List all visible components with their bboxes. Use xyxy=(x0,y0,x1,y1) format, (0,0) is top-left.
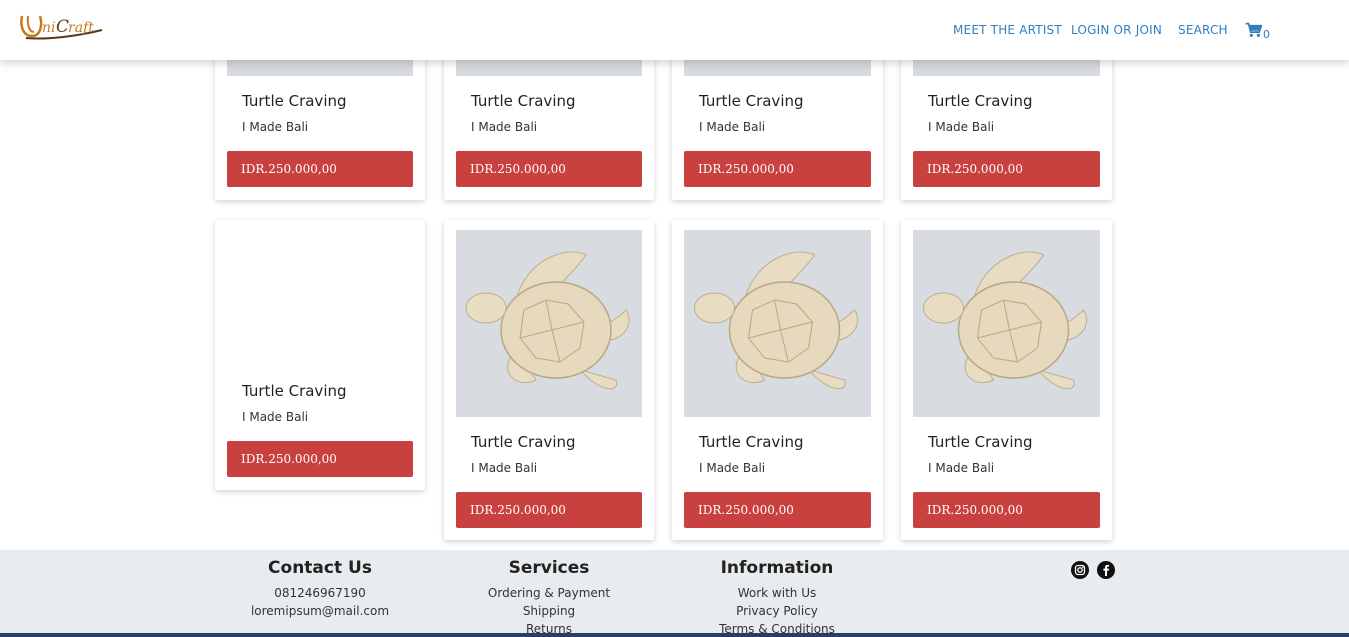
unicraft-logo[interactable]: ni C raft xyxy=(18,10,104,44)
svg-text:ni: ni xyxy=(42,20,56,36)
product-price[interactable]: IDR.250.000,00 xyxy=(227,441,413,477)
product-card[interactable]: Turtle Craving I Made Bali IDR.250.000,0… xyxy=(672,40,883,200)
turtle-carving-image xyxy=(913,230,1100,417)
product-card[interactable]: Turtle Craving I Made Bali IDR.250.000,0… xyxy=(444,40,654,200)
product-title[interactable]: Turtle Craving xyxy=(242,382,347,400)
product-card[interactable]: Turtle Craving I Made Bali IDR.250.000,0… xyxy=(901,40,1112,200)
footer-link[interactable]: Work with Us xyxy=(677,584,877,602)
footer-link[interactable]: Shipping xyxy=(449,602,649,620)
product-artist: I Made Bali xyxy=(242,410,309,424)
contact-phone: 081246967190 xyxy=(274,586,366,600)
footer-information: Information Work with Us Privacy Policy … xyxy=(677,558,877,637)
product-artist: I Made Bali xyxy=(699,461,766,475)
product-image[interactable] xyxy=(684,230,871,417)
product-artist: I Made Bali xyxy=(928,461,995,475)
product-artist: I Made Bali xyxy=(699,120,766,134)
product-artist: I Made Bali xyxy=(242,120,309,134)
footer-contact: Contact Us 081246967190 loremipsum@mail.… xyxy=(220,558,420,620)
product-price[interactable]: IDR.250.000,00 xyxy=(684,151,871,187)
cart-button[interactable]: 0 xyxy=(1245,22,1270,41)
cart-icon xyxy=(1245,22,1263,37)
top-header: ni C raft MEET THE ARTIST LOGIN OR JOIN … xyxy=(0,0,1349,60)
instagram-icon[interactable] xyxy=(1071,561,1089,579)
turtle-carving-image xyxy=(456,230,642,417)
product-title[interactable]: Turtle Craving xyxy=(928,433,1033,451)
nav-search[interactable]: SEARCH xyxy=(1178,23,1228,37)
footer-contact-heading: Contact Us xyxy=(268,558,372,578)
footer-services: Services Ordering & Payment Shipping Ret… xyxy=(449,558,649,637)
footer-information-heading: Information xyxy=(720,558,834,578)
social-links xyxy=(1071,561,1119,584)
product-price[interactable]: IDR.250.000,00 xyxy=(684,492,871,528)
contact-email[interactable]: loremipsum@mail.com xyxy=(220,602,420,620)
product-price[interactable]: IDR.250.000,00 xyxy=(456,492,642,528)
footer-link[interactable]: Privacy Policy xyxy=(677,602,877,620)
product-artist: I Made Bali xyxy=(471,461,538,475)
footer: Contact Us 081246967190 loremipsum@mail.… xyxy=(0,550,1349,637)
product-artist: I Made Bali xyxy=(471,120,538,134)
product-title[interactable]: Turtle Craving xyxy=(928,92,1033,110)
product-price[interactable]: IDR.250.000,00 xyxy=(913,151,1100,187)
product-image[interactable] xyxy=(456,230,642,417)
turtle-carving-image xyxy=(684,230,871,417)
nav-login-or-join[interactable]: LOGIN OR JOIN xyxy=(1071,23,1162,37)
product-image[interactable] xyxy=(913,230,1100,417)
product-card[interactable]: Turtle Craving I Made Bali IDR.250.000,0… xyxy=(901,220,1112,540)
product-card[interactable]: Turtle Craving I Made Bali IDR.250.000,0… xyxy=(444,220,654,540)
facebook-icon[interactable] xyxy=(1097,561,1116,579)
product-price[interactable]: IDR.250.000,00 xyxy=(913,492,1100,528)
product-title[interactable]: Turtle Craving xyxy=(242,92,347,110)
product-card[interactable]: Turtle Craving I Made Bali IDR.250.000,0… xyxy=(215,40,425,200)
product-title[interactable]: Turtle Craving xyxy=(471,92,576,110)
footer-link[interactable]: Ordering & Payment xyxy=(449,584,649,602)
cart-count: 0 xyxy=(1263,28,1270,41)
page: ni C raft MEET THE ARTIST LOGIN OR JOIN … xyxy=(0,0,1349,637)
product-title[interactable]: Turtle Craving xyxy=(699,433,804,451)
product-price[interactable]: IDR.250.000,00 xyxy=(227,151,413,187)
product-title[interactable]: Turtle Craving xyxy=(471,433,576,451)
svg-text:raft: raft xyxy=(68,20,94,36)
bottom-border xyxy=(0,633,1349,637)
nav-meet-the-artist[interactable]: MEET THE ARTIST xyxy=(953,23,1062,37)
product-card[interactable]: Turtle Craving I Made Bali IDR.250.000,0… xyxy=(672,220,883,540)
product-artist: I Made Bali xyxy=(928,120,995,134)
product-price[interactable]: IDR.250.000,00 xyxy=(456,151,642,187)
product-card[interactable]: Turtle Craving I Made Bali IDR.250.000,0… xyxy=(215,220,425,490)
product-title[interactable]: Turtle Craving xyxy=(699,92,804,110)
footer-services-heading: Services xyxy=(508,558,590,578)
